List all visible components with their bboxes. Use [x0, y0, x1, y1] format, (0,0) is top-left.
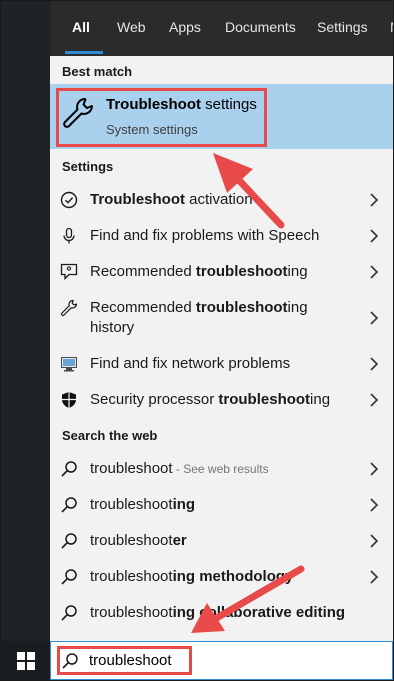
settings-item-troubleshoot-activation[interactable]: Troubleshoot activation [50, 182, 393, 218]
annotation-box-best-match [56, 88, 267, 147]
chevron-right-icon [370, 357, 379, 371]
chevron-right-icon [370, 311, 379, 325]
chevron-right-icon [370, 462, 379, 476]
chevron-right-icon [370, 193, 379, 207]
chevron-right-icon [370, 498, 379, 512]
search-icon [61, 533, 77, 549]
best-match-header: Best match [62, 64, 133, 79]
settings-item-label: Find and fix problems with Speech [90, 227, 320, 244]
web-suggestion[interactable]: troubleshooting [50, 487, 393, 523]
tab-apps[interactable]: Apps [169, 19, 201, 35]
settings-item-recommended-troubleshooting[interactable]: Recommended troubleshooting [50, 254, 393, 290]
web-suggestion[interactable]: troubleshooting methodology [50, 559, 393, 595]
settings-item-label: Find and fix network problems [90, 355, 291, 372]
tab-web[interactable]: Web [117, 19, 146, 35]
annotation-box-search [57, 646, 192, 675]
tab-settings[interactable]: Settings [317, 19, 368, 35]
settings-header: Settings [62, 159, 114, 174]
taskbar-strip [1, 1, 50, 680]
web-suggestion-label: troubleshooting [90, 496, 196, 513]
settings-item-label: Recommended troubleshooting history [90, 299, 308, 336]
settings-item-security-processor[interactable]: Security processor troubleshooting [50, 382, 393, 418]
tab-bar: All Web Apps Documents Settings M [50, 1, 393, 56]
active-tab-indicator [65, 51, 103, 54]
web-suggestion-label: troubleshooting methodology [90, 568, 294, 585]
tab-documents[interactable]: Documents [225, 19, 296, 35]
search-web-header: Search the web [62, 428, 158, 443]
search-icon [61, 461, 77, 477]
chevron-right-icon [370, 265, 379, 279]
feedback-icon [60, 263, 78, 281]
chevron-right-icon [370, 393, 379, 407]
shield-icon [62, 392, 76, 408]
chevron-right-icon [370, 534, 379, 548]
wrench-icon [61, 299, 78, 316]
settings-item-speech[interactable]: Find and fix problems with Speech [50, 218, 393, 254]
tab-all[interactable]: All [72, 19, 90, 35]
search-icon [61, 605, 77, 621]
search-icon [61, 497, 77, 513]
search-icon [61, 569, 77, 585]
web-suggestion-label: troubleshooting collaborative editing [90, 604, 346, 621]
chevron-right-icon [370, 229, 379, 243]
settings-item-label: Recommended troubleshooting [90, 263, 308, 280]
chevron-right-icon [370, 570, 379, 584]
web-suggestion-label: troubleshoot - See web results [90, 460, 269, 477]
web-suggestion[interactable]: troubleshoot - See web results [50, 451, 393, 487]
microphone-icon [63, 227, 75, 244]
tab-more[interactable]: M [390, 19, 393, 35]
web-suggestion-label: troubleshooter [90, 532, 187, 549]
web-suggestion[interactable]: troubleshooter [50, 523, 393, 559]
web-suggestion[interactable]: troubleshooting collaborative editing [50, 595, 393, 641]
settings-item-label: Troubleshoot activation [90, 191, 253, 208]
windows-icon [16, 651, 35, 670]
settings-item-label: Security processor troubleshooting [90, 391, 331, 408]
search-window: All Web Apps Documents Settings M Best m… [0, 0, 394, 681]
settings-item-recommended-troubleshooting-history[interactable]: Recommended troubleshooting history [50, 290, 393, 346]
network-icon [61, 357, 77, 372]
start-button[interactable] [1, 641, 50, 680]
check-circle-icon [60, 191, 78, 209]
settings-item-network-problems[interactable]: Find and fix network problems [50, 346, 393, 382]
